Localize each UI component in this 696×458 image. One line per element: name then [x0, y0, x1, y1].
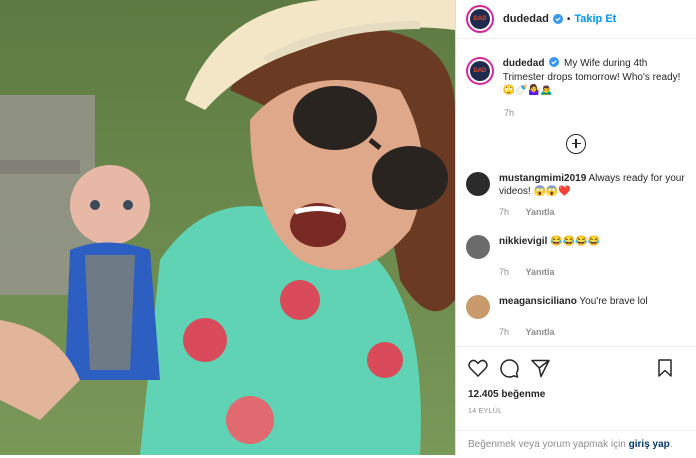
comment-emojis: 😂😂😂😂	[550, 235, 600, 247]
login-prompt-text: Beğenmek veya yorum yapmak için	[468, 439, 626, 450]
caption-text: dudedad My Wife during 4th Trimester dro…	[503, 57, 686, 98]
caption-username[interactable]: dudedad	[503, 58, 545, 69]
comment-text: nikkievigil 😂😂😂😂	[499, 235, 686, 259]
heart-icon[interactable]	[468, 359, 488, 377]
separator-dot: •	[566, 13, 571, 25]
list-item: meagansiciliano You're brave lol	[456, 294, 696, 319]
login-prompt: Beğenmek veya yorum yapmak için giriş ya…	[456, 430, 696, 458]
post-image	[0, 0, 455, 455]
reply-button[interactable]: Yanıtla	[526, 207, 555, 217]
avatar-logo: DAD	[470, 9, 490, 29]
login-link[interactable]: giriş yap	[629, 439, 670, 450]
post-date: 14 EYLÜL	[468, 408, 503, 415]
avatar-logo-text: DAD	[473, 68, 487, 74]
commenter-avatar[interactable]	[466, 171, 490, 196]
post-header: DAD dudedad • Takip Et	[456, 0, 696, 39]
caption-time: 7h	[504, 107, 515, 118]
bookmark-icon[interactable]	[658, 359, 672, 377]
commenter-avatar[interactable]	[466, 294, 490, 319]
verified-badge-icon	[549, 57, 560, 67]
caption-emojis: 🙄🍼🤷‍♀️🙇‍♂️	[502, 85, 553, 96]
action-bar: 12.405 beğenme 14 EYLÜL	[456, 346, 696, 415]
avatar[interactable]: DAD	[466, 5, 494, 33]
comment-time: 7h	[499, 326, 510, 337]
comment-text: mustangmimi2019 Always ready for your vi…	[499, 172, 686, 199]
comment-meta: 7h Yanıtla	[499, 207, 696, 217]
add-comments-icon[interactable]	[566, 133, 586, 154]
comment-icon[interactable]	[500, 358, 519, 378]
comment-time: 7h	[499, 206, 510, 217]
comment-username[interactable]: meagansiciliano	[499, 296, 577, 307]
header-username[interactable]: dudedad	[503, 13, 549, 25]
comment-emojis: 😱😱❤️	[533, 186, 571, 197]
share-icon[interactable]	[531, 359, 550, 378]
post-photo	[0, 0, 455, 455]
comment-time: 7h	[499, 266, 510, 277]
follow-button[interactable]: Takip Et	[574, 13, 616, 25]
comment-text: meagansiciliano You're brave lol	[499, 295, 686, 319]
list-item: mustangmimi2019 Always ready for your vi…	[456, 171, 696, 199]
login-prompt-suffix: .	[669, 439, 673, 450]
likes-count[interactable]: 12.405 beğenme	[456, 379, 696, 400]
post-panel: DAD dudedad • Takip Et DAD dudedad My Wi…	[455, 0, 696, 455]
list-item: nikkievigil 😂😂😂😂	[456, 234, 696, 259]
reply-button[interactable]: Yanıtla	[526, 267, 555, 277]
comment-username[interactable]: mustangmimi2019	[499, 173, 586, 184]
comment-meta: 7h Yanıtla	[499, 327, 696, 337]
comment-body: You're brave lol	[579, 295, 648, 307]
comment-meta: 7h Yanıtla	[499, 267, 696, 277]
comment-username[interactable]: nikkievigil	[499, 236, 547, 247]
avatar-logo: DAD	[469, 61, 490, 81]
reply-button[interactable]: Yanıtla	[526, 327, 555, 337]
action-icons	[456, 347, 696, 379]
comments-list[interactable]: DAD dudedad My Wife during 4th Trimester…	[456, 39, 696, 345]
verified-badge-icon	[552, 14, 563, 24]
caption-avatar[interactable]: DAD	[466, 57, 494, 85]
avatar-logo-text: DAD	[473, 16, 487, 22]
commenter-avatar[interactable]	[466, 234, 490, 259]
caption: DAD dudedad My Wife during 4th Trimester…	[456, 39, 696, 98]
